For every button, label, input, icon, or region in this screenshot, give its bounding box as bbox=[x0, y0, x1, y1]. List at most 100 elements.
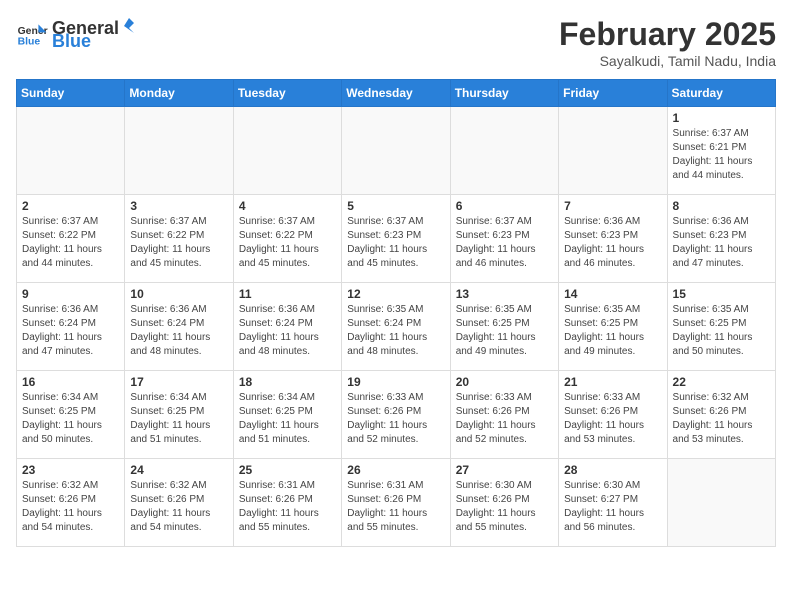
day-info: Sunrise: 6:37 AM Sunset: 6:21 PM Dayligh… bbox=[673, 127, 770, 183]
day-info: Sunrise: 6:36 AM Sunset: 6:23 PM Dayligh… bbox=[673, 215, 770, 271]
day-number: 28 bbox=[564, 463, 661, 477]
page-header: General Blue General Blue February 2025 … bbox=[16, 16, 776, 69]
calendar-title: February 2025 bbox=[559, 16, 776, 53]
day-info: Sunrise: 6:37 AM Sunset: 6:22 PM Dayligh… bbox=[239, 215, 336, 271]
day-cell: 7Sunrise: 6:36 AM Sunset: 6:23 PM Daylig… bbox=[559, 195, 667, 283]
day-cell: 13Sunrise: 6:35 AM Sunset: 6:25 PM Dayli… bbox=[450, 283, 558, 371]
day-info: Sunrise: 6:37 AM Sunset: 6:22 PM Dayligh… bbox=[22, 215, 119, 271]
week-row-3: 9 Sunrise: 6:36 AM Sunset: 6:24 PM Daylig… bbox=[17, 283, 776, 371]
day-cell bbox=[559, 107, 667, 195]
day-number: 3 bbox=[130, 199, 227, 213]
day-number: 26 bbox=[347, 463, 444, 477]
weekday-header-wednesday: Wednesday bbox=[342, 80, 450, 107]
day-info: Sunrise: 6:33 AM Sunset: 6:26 PM Dayligh… bbox=[347, 391, 444, 447]
day-number: 5 bbox=[347, 199, 444, 213]
logo-flag-icon bbox=[120, 16, 138, 34]
day-cell: 10 Sunrise: 6:36 AM Sunset: 6:24 PM Dayli… bbox=[125, 283, 233, 371]
week-row-5: 23 Sunrise: 6:32 AM Sunset: 6:26 PM Dayli… bbox=[17, 459, 776, 547]
week-row-1: 1 Sunrise: 6:37 AM Sunset: 6:21 PM Daylig… bbox=[17, 107, 776, 195]
day-info: Sunrise: 6:31 AM Sunset: 6:26 PM Dayligh… bbox=[347, 479, 444, 535]
day-info: Sunrise: 6:32 AM Sunset: 6:26 PM Dayligh… bbox=[130, 479, 227, 535]
day-cell: 6 Sunrise: 6:37 AM Sunset: 6:23 PM Daylig… bbox=[450, 195, 558, 283]
weekday-header-row: SundayMondayTuesdayWednesdayThursdayFrid… bbox=[17, 80, 776, 107]
day-cell: 28 Sunrise: 6:30 AM Sunset: 6:27 PM Dayli… bbox=[559, 459, 667, 547]
day-cell: 22 Sunrise: 6:32 AM Sunset: 6:26 PM Dayli… bbox=[667, 371, 775, 459]
day-info: Sunrise: 6:37 AM Sunset: 6:23 PM Dayligh… bbox=[347, 215, 444, 271]
day-info: Sunrise: 6:32 AM Sunset: 6:26 PM Dayligh… bbox=[673, 391, 770, 447]
day-number: 16 bbox=[22, 375, 119, 389]
day-info: Sunrise: 6:32 AM Sunset: 6:26 PM Dayligh… bbox=[22, 479, 119, 535]
day-number: 4 bbox=[239, 199, 336, 213]
day-cell: 8Sunrise: 6:36 AM Sunset: 6:23 PM Daylig… bbox=[667, 195, 775, 283]
day-info: Sunrise: 6:35 AM Sunset: 6:24 PM Dayligh… bbox=[347, 303, 444, 359]
day-cell: 24 Sunrise: 6:32 AM Sunset: 6:26 PM Dayli… bbox=[125, 459, 233, 547]
day-cell: 1 Sunrise: 6:37 AM Sunset: 6:21 PM Daylig… bbox=[667, 107, 775, 195]
day-number: 19 bbox=[347, 375, 444, 389]
day-cell: 18 Sunrise: 6:34 AM Sunset: 6:25 PM Dayli… bbox=[233, 371, 341, 459]
day-cell bbox=[667, 459, 775, 547]
weekday-header-thursday: Thursday bbox=[450, 80, 558, 107]
day-cell: 17 Sunrise: 6:34 AM Sunset: 6:25 PM Dayli… bbox=[125, 371, 233, 459]
calendar-table: SundayMondayTuesdayWednesdayThursdayFrid… bbox=[16, 79, 776, 547]
day-number: 13 bbox=[456, 287, 553, 301]
day-number: 9 bbox=[22, 287, 119, 301]
day-cell bbox=[233, 107, 341, 195]
day-cell bbox=[17, 107, 125, 195]
day-info: Sunrise: 6:36 AM Sunset: 6:24 PM Dayligh… bbox=[22, 303, 119, 359]
day-info: Sunrise: 6:34 AM Sunset: 6:25 PM Dayligh… bbox=[239, 391, 336, 447]
day-info: Sunrise: 6:34 AM Sunset: 6:25 PM Dayligh… bbox=[22, 391, 119, 447]
day-cell: 25 Sunrise: 6:31 AM Sunset: 6:26 PM Dayli… bbox=[233, 459, 341, 547]
weekday-header-monday: Monday bbox=[125, 80, 233, 107]
day-number: 22 bbox=[673, 375, 770, 389]
day-cell: 14 Sunrise: 6:35 AM Sunset: 6:25 PM Dayli… bbox=[559, 283, 667, 371]
week-row-4: 16 Sunrise: 6:34 AM Sunset: 6:25 PM Dayli… bbox=[17, 371, 776, 459]
day-number: 24 bbox=[130, 463, 227, 477]
day-cell: 26 Sunrise: 6:31 AM Sunset: 6:26 PM Dayli… bbox=[342, 459, 450, 547]
day-cell: 16 Sunrise: 6:34 AM Sunset: 6:25 PM Dayli… bbox=[17, 371, 125, 459]
day-number: 25 bbox=[239, 463, 336, 477]
day-number: 1 bbox=[673, 111, 770, 125]
day-number: 14 bbox=[564, 287, 661, 301]
day-cell: 19 Sunrise: 6:33 AM Sunset: 6:26 PM Dayli… bbox=[342, 371, 450, 459]
day-info: Sunrise: 6:37 AM Sunset: 6:22 PM Dayligh… bbox=[130, 215, 227, 271]
day-number: 21 bbox=[564, 375, 661, 389]
day-info: Sunrise: 6:34 AM Sunset: 6:25 PM Dayligh… bbox=[130, 391, 227, 447]
day-number: 7 bbox=[564, 199, 661, 213]
weekday-header-saturday: Saturday bbox=[667, 80, 775, 107]
weekday-header-friday: Friday bbox=[559, 80, 667, 107]
logo-icon: General Blue bbox=[16, 18, 48, 50]
day-info: Sunrise: 6:36 AM Sunset: 6:24 PM Dayligh… bbox=[239, 303, 336, 359]
day-info: Sunrise: 6:30 AM Sunset: 6:26 PM Dayligh… bbox=[456, 479, 553, 535]
day-number: 17 bbox=[130, 375, 227, 389]
day-number: 6 bbox=[456, 199, 553, 213]
day-cell bbox=[125, 107, 233, 195]
weekday-header-tuesday: Tuesday bbox=[233, 80, 341, 107]
day-number: 11 bbox=[239, 287, 336, 301]
day-cell: 4 Sunrise: 6:37 AM Sunset: 6:22 PM Daylig… bbox=[233, 195, 341, 283]
day-cell: 20 Sunrise: 6:33 AM Sunset: 6:26 PM Dayli… bbox=[450, 371, 558, 459]
day-info: Sunrise: 6:30 AM Sunset: 6:27 PM Dayligh… bbox=[564, 479, 661, 535]
day-number: 2 bbox=[22, 199, 119, 213]
day-info: Sunrise: 6:31 AM Sunset: 6:26 PM Dayligh… bbox=[239, 479, 336, 535]
day-number: 10 bbox=[130, 287, 227, 301]
day-cell: 3 Sunrise: 6:37 AM Sunset: 6:22 PM Daylig… bbox=[125, 195, 233, 283]
day-number: 23 bbox=[22, 463, 119, 477]
day-cell: 5 Sunrise: 6:37 AM Sunset: 6:23 PM Daylig… bbox=[342, 195, 450, 283]
day-number: 15 bbox=[673, 287, 770, 301]
day-number: 18 bbox=[239, 375, 336, 389]
day-cell: 11 Sunrise: 6:36 AM Sunset: 6:24 PM Dayli… bbox=[233, 283, 341, 371]
day-info: Sunrise: 6:36 AM Sunset: 6:24 PM Dayligh… bbox=[130, 303, 227, 359]
day-cell: 21Sunrise: 6:33 AM Sunset: 6:26 PM Dayli… bbox=[559, 371, 667, 459]
day-info: Sunrise: 6:37 AM Sunset: 6:23 PM Dayligh… bbox=[456, 215, 553, 271]
day-cell: 2 Sunrise: 6:37 AM Sunset: 6:22 PM Daylig… bbox=[17, 195, 125, 283]
day-cell: 15 Sunrise: 6:35 AM Sunset: 6:25 PM Dayli… bbox=[667, 283, 775, 371]
svg-text:Blue: Blue bbox=[18, 36, 41, 47]
day-number: 12 bbox=[347, 287, 444, 301]
day-number: 20 bbox=[456, 375, 553, 389]
week-row-2: 2 Sunrise: 6:37 AM Sunset: 6:22 PM Daylig… bbox=[17, 195, 776, 283]
day-info: Sunrise: 6:35 AM Sunset: 6:25 PM Dayligh… bbox=[673, 303, 770, 359]
day-cell: 27Sunrise: 6:30 AM Sunset: 6:26 PM Dayli… bbox=[450, 459, 558, 547]
day-info: Sunrise: 6:35 AM Sunset: 6:25 PM Dayligh… bbox=[564, 303, 661, 359]
day-info: Sunrise: 6:33 AM Sunset: 6:26 PM Dayligh… bbox=[456, 391, 553, 447]
day-cell: 23 Sunrise: 6:32 AM Sunset: 6:26 PM Dayli… bbox=[17, 459, 125, 547]
